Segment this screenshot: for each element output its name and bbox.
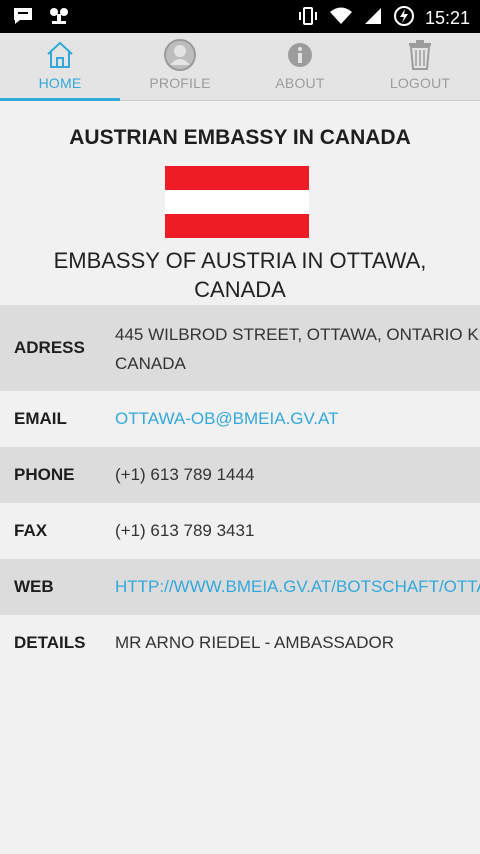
trash-icon xyxy=(407,38,433,72)
embassy-details-table: ADRESS 445 WILBROD STREET, OTTAWA, ONTAR… xyxy=(0,305,480,671)
page-title: AUSTRIAN EMBASSY IN CANADA xyxy=(69,126,411,149)
row-phone: PHONE (+1) 613 789 1444 xyxy=(0,447,480,503)
tab-bar: HOME PROFILE ABOUT LOGOUT xyxy=(0,33,480,101)
austria-flag xyxy=(165,166,309,238)
signal-icon xyxy=(363,6,383,31)
row-web: WEB HTTP://WWW.BMEIA.GV.AT/BOTSCHAFT/OTT… xyxy=(0,559,480,615)
flag-stripe-middle xyxy=(165,190,309,214)
email-label: EMAIL xyxy=(14,409,67,428)
address-label: ADRESS xyxy=(14,338,85,357)
status-time: 15:21 xyxy=(424,8,470,28)
embassy-subtitle: EMBASSY OF AUSTRIA IN OTTAWA, CANADA xyxy=(53,248,427,302)
fax-label: FAX xyxy=(14,521,48,540)
details-label: DETAILS xyxy=(14,633,86,652)
phone-label: PHONE xyxy=(14,465,75,484)
flag-stripe-bottom xyxy=(165,214,309,238)
tab-profile[interactable]: PROFILE xyxy=(120,33,240,100)
tab-about-label: ABOUT xyxy=(275,75,325,91)
fax-value: (+1) 613 789 3431 xyxy=(115,521,255,540)
tab-home[interactable]: HOME xyxy=(0,33,120,101)
row-details: DETAILS MR ARNO RIEDEL - AMBASSADOR xyxy=(0,615,480,671)
email-link[interactable]: OTTAWA-OB@BMEIA.GV.AT xyxy=(115,391,480,447)
tab-logout[interactable]: LOGOUT xyxy=(360,33,480,100)
battery-charging-icon xyxy=(393,5,415,32)
tab-profile-label: PROFILE xyxy=(149,75,211,91)
web-label: WEB xyxy=(14,577,54,596)
info-icon xyxy=(286,38,314,72)
wifi-icon xyxy=(329,6,353,31)
row-address: ADRESS 445 WILBROD STREET, OTTAWA, ONTAR… xyxy=(0,305,480,391)
row-fax: FAX (+1) 613 789 3431 xyxy=(0,503,480,559)
web-link[interactable]: HTTP://WWW.BMEIA.GV.AT/BOTSCHAFT/OTTAWA xyxy=(115,559,480,615)
tab-home-label: HOME xyxy=(38,75,82,91)
profile-icon xyxy=(163,38,197,72)
address-value: 445 WILBROD STREET, OTTAWA, ONTARIO K1N … xyxy=(115,325,480,373)
home-icon xyxy=(45,38,75,72)
android-debug-icon xyxy=(48,6,70,31)
status-bar: 15:21 xyxy=(0,0,480,33)
details-value: MR ARNO RIEDEL - AMBASSADOR xyxy=(115,633,394,652)
row-email: EMAIL OTTAWA-OB@BMEIA.GV.AT xyxy=(0,391,480,447)
phone-value: (+1) 613 789 1444 xyxy=(115,465,255,484)
flag-stripe-top xyxy=(165,166,309,190)
vibrate-icon xyxy=(297,6,319,31)
chat-notification-icon xyxy=(12,6,34,31)
tab-logout-label: LOGOUT xyxy=(389,75,451,91)
tab-about[interactable]: ABOUT xyxy=(240,33,360,100)
